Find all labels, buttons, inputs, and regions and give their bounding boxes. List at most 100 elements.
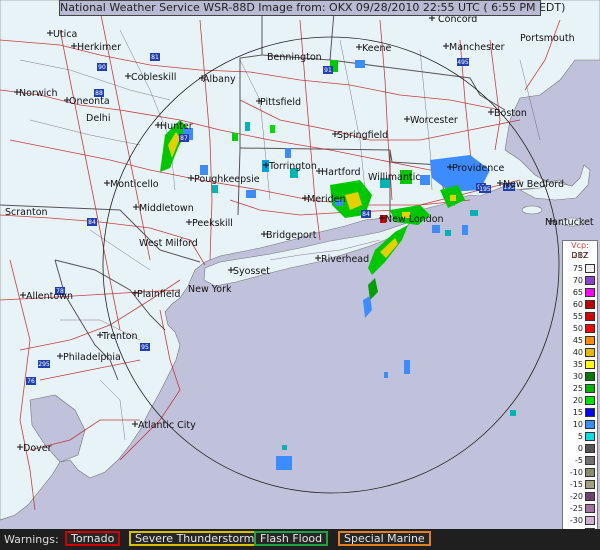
marthas-vineyard xyxy=(521,205,543,215)
legend-level-label: 55 xyxy=(572,312,583,321)
legend-color-swatch xyxy=(585,300,595,309)
legend-color-swatch xyxy=(585,288,595,297)
highway-shield: 76 xyxy=(26,377,36,385)
legend-row: 25 xyxy=(563,383,597,394)
legend-level-label: 0 xyxy=(577,444,583,453)
legend-level-label: -5 xyxy=(575,456,583,465)
svg-text:New London: New London xyxy=(385,214,444,225)
warning-flash-flood-button[interactable]: Flash Flood xyxy=(254,531,329,546)
legend-row: 40 xyxy=(563,347,597,358)
legend-level-label: -20 xyxy=(569,492,583,501)
warnings-bar: Warnings: Tornado Severe Thunderstorm Fl… xyxy=(0,529,600,550)
svg-text:Delhi: Delhi xyxy=(86,113,110,124)
legend-color-swatch xyxy=(585,468,595,477)
legend-color-swatch xyxy=(585,276,595,285)
svg-text:Philadelphia: Philadelphia xyxy=(63,352,121,363)
city-trenton: Trenton xyxy=(101,331,138,342)
svg-text:Albany: Albany xyxy=(203,74,236,85)
city-allentown: Allentown xyxy=(26,291,73,302)
highway-shield: 84 xyxy=(87,218,97,226)
city-albany: Albany xyxy=(203,74,236,85)
svg-text:Portsmouth: Portsmouth xyxy=(520,33,575,44)
city-riverhead: Riverhead xyxy=(321,254,369,265)
city-dover: Dover xyxy=(23,443,52,454)
warning-tornado-button[interactable]: Tornado xyxy=(65,531,121,546)
city-springfield: Springfield xyxy=(337,130,388,141)
svg-text:Meriden: Meriden xyxy=(307,194,345,205)
legend-level-label: 30 xyxy=(572,372,583,381)
legend-level-label: 60 xyxy=(572,300,583,309)
svg-text:Syosset: Syosset xyxy=(233,266,270,277)
city-new-london: New London xyxy=(385,214,444,225)
city-middletown: Middletown xyxy=(139,203,194,214)
city-bridgeport: Bridgeport xyxy=(266,230,317,241)
city-peekskill: Peekskill xyxy=(192,218,233,229)
highway-shield: 81 xyxy=(150,53,160,61)
city-pittsfield: Pittsfield xyxy=(260,97,301,108)
shield-label: 76 xyxy=(27,378,35,385)
radar-map-view: 90 88 81 87 84 78 95 295 76 95 195 91 49… xyxy=(0,0,600,550)
legend-row: 60 xyxy=(563,299,597,310)
highway-shield: 295 xyxy=(38,360,50,368)
highway-shield: 495 xyxy=(457,58,469,66)
svg-text:Cobleskill: Cobleskill xyxy=(131,72,176,83)
svg-text:Keene: Keene xyxy=(362,43,391,54)
svg-text:Plainfield: Plainfield xyxy=(137,289,180,300)
city-syosset: Syosset xyxy=(233,266,270,277)
legend-color-swatch xyxy=(585,396,595,405)
legend-row: 15 xyxy=(563,407,597,418)
legend-row: 20 xyxy=(563,395,597,406)
svg-text:Springfield: Springfield xyxy=(337,130,388,141)
svg-text:Norwich: Norwich xyxy=(19,88,57,99)
city-plainfield: Plainfield xyxy=(137,289,180,300)
svg-text:Bennington: Bennington xyxy=(267,52,322,63)
map-title: National Weather Service WSR-88D Image f… xyxy=(59,0,566,16)
legend-row: 0 xyxy=(563,443,597,454)
legend-row: 70 xyxy=(563,275,597,286)
legend-row: 5 xyxy=(563,431,597,442)
legend-row: 65 xyxy=(563,287,597,298)
svg-text:Providence: Providence xyxy=(452,163,504,174)
legend-row: -25 xyxy=(563,503,597,514)
shield-label: 295 xyxy=(38,361,50,368)
city-delhi: Delhi xyxy=(86,113,110,124)
legend-level-label: -25 xyxy=(569,504,583,513)
legend-color-swatch xyxy=(585,312,595,321)
legend-level-label: 75 xyxy=(572,264,583,273)
shield-label: 90 xyxy=(98,64,106,71)
city-herkimer: Herkimer xyxy=(77,42,121,53)
svg-text:West Milford: West Milford xyxy=(139,238,198,249)
svg-text:Riverhead: Riverhead xyxy=(321,254,369,265)
city-west-milford: West Milford xyxy=(139,238,198,249)
svg-text:New Bedford: New Bedford xyxy=(503,179,564,190)
legend-row: 35 xyxy=(563,359,597,370)
legend-level-label: 45 xyxy=(572,336,583,345)
legend-color-swatch xyxy=(585,444,595,453)
legend-level-label: -15 xyxy=(569,480,583,489)
svg-text:Torrington: Torrington xyxy=(268,161,317,172)
city-bennington: Bennington xyxy=(267,52,322,63)
city-portsmouth: Portsmouth xyxy=(520,33,575,44)
legend-color-swatch xyxy=(585,336,595,345)
highway-shield: 195 xyxy=(479,185,491,193)
svg-text:Worcester: Worcester xyxy=(410,115,458,126)
highway-shield: 87 xyxy=(179,134,189,142)
legend-row: 50 xyxy=(563,323,597,334)
warning-severe-thunderstorm-button[interactable]: Severe Thunderstorm xyxy=(129,531,261,546)
warnings-label: Warnings: xyxy=(4,533,59,546)
reflectivity-legend: Vcp: 212 DBZ 75 70 65 60 55 50 45 40 35 30 25 20 15 1… xyxy=(562,240,598,543)
svg-text:Peekskill: Peekskill xyxy=(192,218,233,229)
legend-color-swatch xyxy=(585,504,595,513)
legend-level-label: 5 xyxy=(577,432,583,441)
legend-color-swatch xyxy=(585,432,595,441)
city-atlantic-city: Atlantic City xyxy=(138,420,196,431)
highway-shield: 91 xyxy=(323,66,333,74)
legend-color-swatch xyxy=(585,372,595,381)
legend-level-label: 50 xyxy=(572,324,583,333)
city-torrington: Torrington xyxy=(268,161,317,172)
legend-row: -30 xyxy=(563,515,597,526)
legend-level-label: 15 xyxy=(572,408,583,417)
radar-map: 90 88 81 87 84 78 95 295 76 95 195 91 49… xyxy=(0,0,600,550)
legend-level-label: 35 xyxy=(572,360,583,369)
warning-special-marine-button[interactable]: Special Marine xyxy=(338,531,431,546)
